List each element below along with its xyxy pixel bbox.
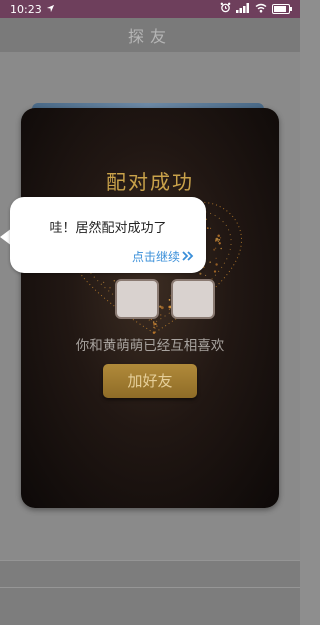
page-title: 探友 [127,27,172,46]
sparkle-dot [156,325,158,327]
sparkle-dot [109,287,111,289]
sparkle-dot [215,263,218,266]
sparkle-dot [102,281,105,284]
bottom-bar [0,560,300,625]
sparkle-dot [215,257,217,259]
sparkle-dot [205,274,207,276]
sparkle-dot [153,325,155,327]
match-title: 配对成功 [106,170,194,194]
alarm-icon [220,2,231,16]
match-success-card: 配对成功 你和黄萌萌已经互相喜欢 加好友 [21,108,279,508]
signal-bars-icon [236,2,250,16]
sparkle-dot [150,318,153,321]
sparkle-dot [219,237,222,239]
double-chevron-right-icon [182,250,194,264]
app-header: 探友 [0,18,300,52]
sparkle-dot [215,247,217,249]
sparkle-dot [213,248,216,251]
sparkle-dot [159,305,162,308]
status-time: 10:23 [10,2,42,16]
avatar-left [115,279,159,319]
add-friend-button[interactable]: 加好友 [103,364,197,398]
sparkle-dot [209,227,212,230]
status-left: 10:23 [10,3,55,16]
battery-level [274,6,286,12]
continue-link[interactable]: 点击继续 [132,248,194,265]
sparkle-dot [159,314,162,316]
continue-label: 点击继续 [131,250,180,264]
sparkle-dot [218,242,221,245]
sparkle-dot [153,322,156,326]
sparkle-dot [213,270,217,273]
bottom-divider [0,587,300,588]
status-right [220,2,292,16]
wifi-icon [255,3,267,16]
sparkle-dot [168,308,171,311]
bubble-message: 哇！居然配对成功了 [49,221,167,236]
sparkle-dot [220,247,222,250]
location-arrow-icon [46,3,55,16]
sparkle-dot [199,272,202,275]
match-subtitle: 你和黄萌萌已经互相喜欢 [75,338,225,354]
battery-icon [272,4,292,14]
sparkle-dot [153,326,155,329]
sparkle-dot [209,261,211,263]
sparkle-dot [217,240,219,242]
sparkle-dot [217,234,220,238]
sparkle-dot [153,321,155,323]
sparkle-dot [215,237,219,241]
sparkle-dot [206,227,209,229]
guide-speech-bubble[interactable]: 哇！居然配对成功了 点击继续 [10,197,206,273]
status-bar: 10:23 [0,0,300,18]
sparkle-dot [218,238,221,241]
avatar-right [171,279,215,319]
